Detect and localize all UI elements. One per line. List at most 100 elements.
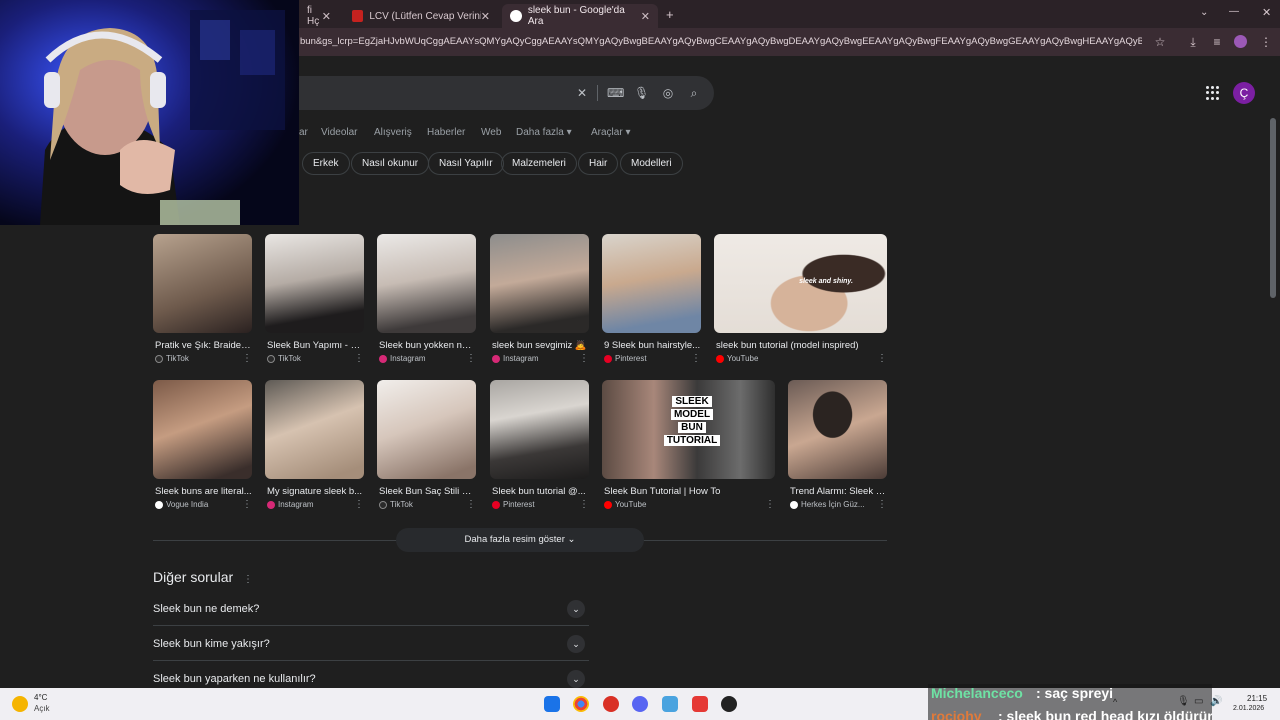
google-apps-icon[interactable]	[1206, 86, 1220, 100]
media-control-icon[interactable]: ≡	[1210, 35, 1224, 49]
more-options-icon[interactable]: ⋮	[579, 499, 589, 510]
more-options-icon[interactable]: ⋮	[877, 499, 887, 510]
image-caption[interactable]: Sleek buns are literal...	[155, 486, 252, 497]
menu-icon[interactable]: ⋮	[1259, 35, 1273, 49]
more-options-icon[interactable]: ⋮	[691, 353, 701, 364]
filter-chip[interactable]: Nasıl okunur	[351, 152, 430, 175]
more-options-icon[interactable]: ⋮	[466, 499, 476, 510]
close-icon[interactable]: ✕	[322, 10, 331, 23]
browser-tab-active[interactable]: sleek bun - Google'da Ara ✕	[502, 4, 658, 28]
bookmark-star-icon[interactable]: ☆	[1153, 35, 1167, 49]
app-icon[interactable]	[603, 696, 619, 712]
image-thumbnail[interactable]	[377, 380, 476, 479]
image-result[interactable]: Sleek bun tutorial @... Pinterest ⋮	[490, 380, 589, 512]
show-more-images-button[interactable]: Daha fazla resim göster ⌄	[396, 528, 644, 552]
image-thumbnail[interactable]	[265, 234, 364, 333]
more-options-icon[interactable]: ⋮	[765, 499, 775, 510]
image-caption[interactable]: Trend Alarmı: Sleek B...	[790, 486, 887, 497]
chevron-down-icon[interactable]: ⌄	[567, 670, 585, 688]
search-input[interactable]: ✕ ⌨ 🎙 ◎ ⌕	[250, 76, 714, 110]
search-icon[interactable]: ⌕	[687, 86, 701, 100]
window-close-icon[interactable]: ✕	[1262, 6, 1271, 19]
tab-list-icon[interactable]: ⌄	[1200, 7, 1208, 18]
filter-chip[interactable]: Nasıl Yapılır	[428, 152, 504, 175]
image-thumbnail[interactable]	[490, 234, 589, 333]
image-result[interactable]: 9 Sleek bun hairstyle... Pinterest ⋮	[602, 234, 701, 366]
image-caption[interactable]: Sleek Bun Yapımı - S...	[267, 340, 364, 351]
more-options-icon[interactable]: ⋮	[354, 353, 364, 364]
keyboard-icon[interactable]: ⌨	[607, 86, 624, 100]
browser-tab[interactable]: LCV (Lütfen Cevap Veriniz) 2023 ✕	[344, 4, 498, 28]
more-options-icon[interactable]: ⋮	[579, 353, 589, 364]
more-options-icon[interactable]: ⋮	[466, 353, 476, 364]
more-options-icon[interactable]: ⋮	[242, 353, 252, 364]
filter-chip[interactable]: Erkek	[302, 152, 350, 175]
tab-tools[interactable]: Araçlar ▾	[591, 127, 631, 138]
microphone-icon[interactable]: 🎙	[634, 86, 649, 100]
image-thumbnail[interactable]	[788, 380, 887, 479]
image-thumbnail[interactable]	[490, 380, 589, 479]
image-caption[interactable]: Pratik ve Şık: Braided...	[155, 340, 252, 351]
image-result[interactable]: My signature sleek b... Instagram ⋮	[265, 380, 364, 512]
image-result[interactable]: Sleek buns are literal... Vogue India ⋮	[153, 380, 252, 512]
tab-videos[interactable]: Videolar	[321, 127, 358, 138]
close-icon[interactable]: ✕	[481, 10, 490, 23]
image-thumbnail[interactable]	[377, 234, 476, 333]
tab-more[interactable]: Daha fazla ▾	[516, 127, 572, 138]
more-options-icon[interactable]: ⋮	[354, 499, 364, 510]
image-caption[interactable]: 9 Sleek bun hairstyle...	[604, 340, 701, 351]
filter-chip[interactable]: Malzemeleri	[501, 152, 577, 175]
filter-chip[interactable]: Modelleri	[620, 152, 683, 175]
image-caption[interactable]: Sleek bun yokken ne ...	[379, 340, 476, 351]
chevron-down-icon[interactable]: ⌄	[567, 635, 585, 653]
weather-status[interactable]: Açık	[34, 704, 50, 713]
weather-moon-icon[interactable]	[12, 696, 28, 712]
image-result[interactable]: sleek bun sevgimiz 🙇 Instagram ⋮	[490, 234, 589, 366]
image-result[interactable]: Sleek bun yokken ne ... Instagram ⋮	[377, 234, 476, 366]
minimize-icon[interactable]: —	[1229, 6, 1239, 17]
scrollbar[interactable]	[1270, 118, 1276, 298]
tab-shopping[interactable]: Alışveriş	[374, 127, 412, 138]
new-tab-button[interactable]: +	[666, 7, 674, 22]
start-icon[interactable]	[544, 696, 560, 712]
lens-icon[interactable]: ◎	[661, 86, 675, 100]
image-thumbnail[interactable]	[602, 234, 701, 333]
filter-chip[interactable]: Hair	[578, 152, 619, 175]
image-result[interactable]: SLEEK MODEL BUN TUTORIAL Sleek Bun Tutor…	[602, 380, 775, 512]
image-result[interactable]: Pratik ve Şık: Braided... TikTok ⋮	[153, 234, 252, 366]
avatar[interactable]: Ç	[1233, 82, 1255, 104]
more-options-icon[interactable]: ⋮	[243, 574, 253, 585]
address-bar[interactable]: bun&gs_lcrp=EgZjaHJvbWUqCggAEAAYsQMYgAQy…	[300, 36, 1142, 47]
question-item[interactable]: Sleek bun yaparken ne kullanılır? ⌄	[153, 661, 589, 688]
image-thumbnail[interactable]: sleek and shiny.	[714, 234, 887, 333]
obs-icon[interactable]	[721, 696, 737, 712]
image-caption[interactable]: Sleek Bun Tutorial | How To	[604, 486, 764, 497]
image-thumbnail[interactable]	[265, 380, 364, 479]
image-result[interactable]: Trend Alarmı: Sleek B... Herkes İçin Güz…	[788, 380, 887, 512]
image-caption[interactable]: Sleek bun tutorial @...	[492, 486, 589, 497]
image-caption[interactable]: Sleek Bun Saç Stili E...	[379, 486, 476, 497]
clear-icon[interactable]: ✕	[575, 86, 589, 100]
more-options-icon[interactable]: ⋮	[877, 353, 887, 364]
image-caption[interactable]: My signature sleek b...	[267, 486, 364, 497]
clock-date[interactable]: 2.01.2026	[1233, 705, 1264, 712]
chrome-icon[interactable]	[573, 696, 589, 712]
app-icon[interactable]	[692, 696, 708, 712]
image-result[interactable]: sleek and shiny. sleek bun tutorial (mod…	[714, 234, 887, 366]
tab-images[interactable]: ar	[299, 127, 308, 138]
question-item[interactable]: Sleek bun kime yakışır? ⌄	[153, 626, 589, 661]
browser-tab[interactable]: fi Hç ✕	[299, 4, 339, 28]
image-result[interactable]: Sleek Bun Yapımı - S... TikTok ⋮	[265, 234, 364, 366]
image-thumbnail[interactable]: SLEEK MODEL BUN TUTORIAL	[602, 380, 775, 479]
chevron-down-icon[interactable]: ⌄	[567, 600, 585, 618]
image-caption[interactable]: sleek bun sevgimiz 🙇	[492, 340, 589, 351]
question-item[interactable]: Sleek bun ne demek? ⌄	[153, 591, 589, 626]
app-icon[interactable]	[662, 696, 678, 712]
image-thumbnail[interactable]	[153, 380, 252, 479]
weather-temperature[interactable]: 4°C	[34, 693, 47, 702]
tab-news[interactable]: Haberler	[427, 127, 465, 138]
more-options-icon[interactable]: ⋮	[242, 499, 252, 510]
clock-time[interactable]: 21:15	[1247, 694, 1267, 703]
discord-icon[interactable]	[632, 696, 648, 712]
download-icon[interactable]: ⤓	[1186, 35, 1200, 49]
